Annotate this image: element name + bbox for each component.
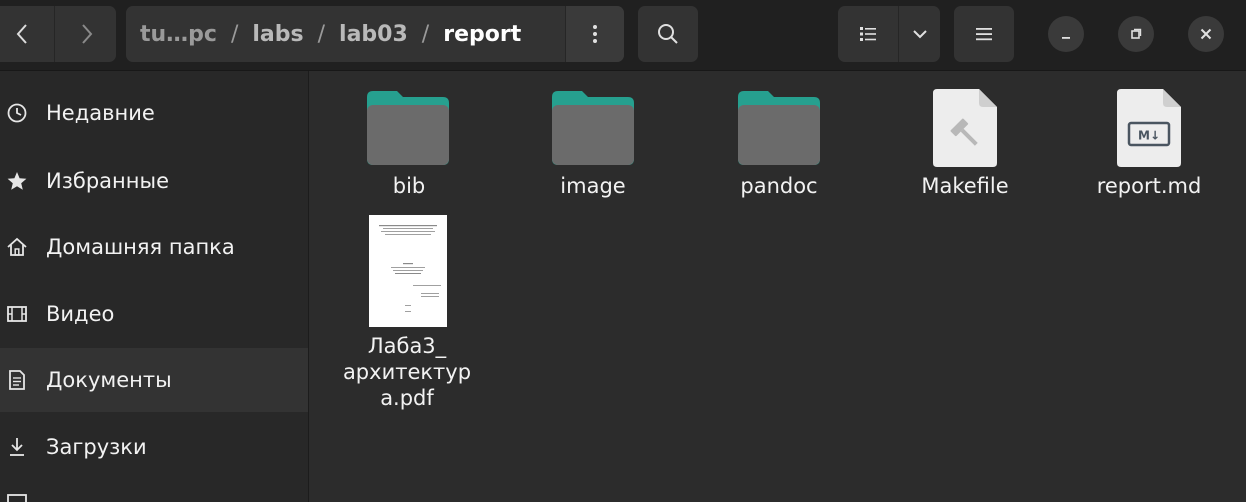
minimize-icon <box>1062 37 1070 39</box>
path-separator: / <box>230 21 239 47</box>
film-icon <box>2 299 32 329</box>
forward-button[interactable] <box>54 6 116 62</box>
file-item-makefile[interactable]: Makefile <box>877 89 1053 199</box>
folder-item-image[interactable]: image <box>505 89 681 199</box>
sidebar-item-label: Домашняя папка <box>46 235 235 259</box>
chevron-down-icon <box>913 30 927 39</box>
sidebar-item-downloads[interactable]: Загрузки <box>0 415 308 479</box>
document-icon <box>2 365 32 395</box>
sidebar: Недавние Избранные Домашняя папка Видео … <box>0 71 309 502</box>
file-label-line: a.pdf <box>380 386 434 410</box>
folder-icon <box>738 91 820 165</box>
navigation-buttons <box>0 6 116 62</box>
close-button[interactable] <box>1188 16 1224 52</box>
file-item-report-md[interactable]: M↓ report.md <box>1061 89 1237 199</box>
sidebar-item-starred[interactable]: Избранные <box>0 149 308 213</box>
breadcrumb-labs[interactable]: labs <box>252 22 303 47</box>
chevron-right-icon <box>82 24 93 44</box>
path-separator: / <box>421 21 430 47</box>
breadcrumb-report[interactable]: report <box>443 22 521 47</box>
file-label: image <box>560 174 626 198</box>
pdf-thumbnail-icon <box>369 215 447 327</box>
view-options-dropdown[interactable] <box>898 6 940 62</box>
home-icon <box>2 232 32 262</box>
folder-icon <box>367 91 449 165</box>
file-label: Makefile <box>921 174 1009 198</box>
vertical-dots-icon <box>593 25 597 43</box>
pdf-file-label: Лаба3_ архитектур a.pdf <box>319 333 495 411</box>
sidebar-item-label: Загрузки <box>46 435 147 459</box>
file-label-line: Лаба3_ <box>367 334 447 358</box>
sidebar-item-label: Видео <box>46 302 115 326</box>
path-bar: tu…pc / labs / lab03 / report <box>126 6 624 62</box>
image-icon <box>2 487 32 502</box>
path-separator: / <box>317 21 326 47</box>
sidebar-item-label: Документы <box>46 368 172 392</box>
star-icon <box>2 166 32 196</box>
file-label-line: архитектур <box>342 360 472 384</box>
file-item-pdf[interactable]: Лаба3_ архитектур a.pdf <box>319 215 495 411</box>
back-button[interactable] <box>0 6 54 62</box>
path-menu-button[interactable] <box>565 6 624 62</box>
build-file-icon <box>933 89 997 167</box>
list-view-button[interactable] <box>838 6 898 62</box>
sidebar-item-partial[interactable] <box>0 481 308 502</box>
file-label: bib <box>392 174 426 198</box>
view-mode-group <box>838 6 940 62</box>
sidebar-item-home[interactable]: Домашняя папка <box>0 215 308 279</box>
folder-item-pandoc[interactable]: pandoc <box>691 89 867 199</box>
sidebar-item-label: Недавние <box>46 101 155 125</box>
maximize-button[interactable] <box>1118 16 1154 52</box>
main-menu-button[interactable] <box>954 6 1014 62</box>
download-icon <box>2 432 32 462</box>
folder-item-bib[interactable]: bib <box>321 89 497 199</box>
minimize-button[interactable] <box>1048 16 1084 52</box>
header-bar: tu…pc / labs / lab03 / report <box>0 0 1246 71</box>
sidebar-item-recent[interactable]: Недавние <box>0 81 308 145</box>
hamburger-icon <box>976 28 992 41</box>
list-view-icon <box>860 27 876 41</box>
file-grid: bib image pandoc Makefile M↓ report.md Л… <box>309 71 1246 502</box>
breadcrumb-tu-pc[interactable]: tu…pc <box>140 22 217 47</box>
search-button[interactable] <box>638 6 698 62</box>
sidebar-item-videos[interactable]: Видео <box>0 282 308 346</box>
sidebar-item-label: Избранные <box>46 169 169 193</box>
file-label: report.md <box>1096 174 1202 198</box>
search-icon <box>658 24 678 44</box>
sidebar-item-documents[interactable]: Документы <box>0 348 308 412</box>
chevron-left-icon <box>16 24 27 44</box>
breadcrumb-lab03[interactable]: lab03 <box>339 22 408 47</box>
restore-icon <box>1131 28 1142 39</box>
clock-icon <box>2 98 32 128</box>
close-icon <box>1200 28 1212 40</box>
folder-icon <box>552 91 634 165</box>
markdown-file-icon: M↓ <box>1117 89 1181 167</box>
markdown-badge: M↓ <box>1138 129 1160 143</box>
file-label: pandoc <box>740 174 818 198</box>
